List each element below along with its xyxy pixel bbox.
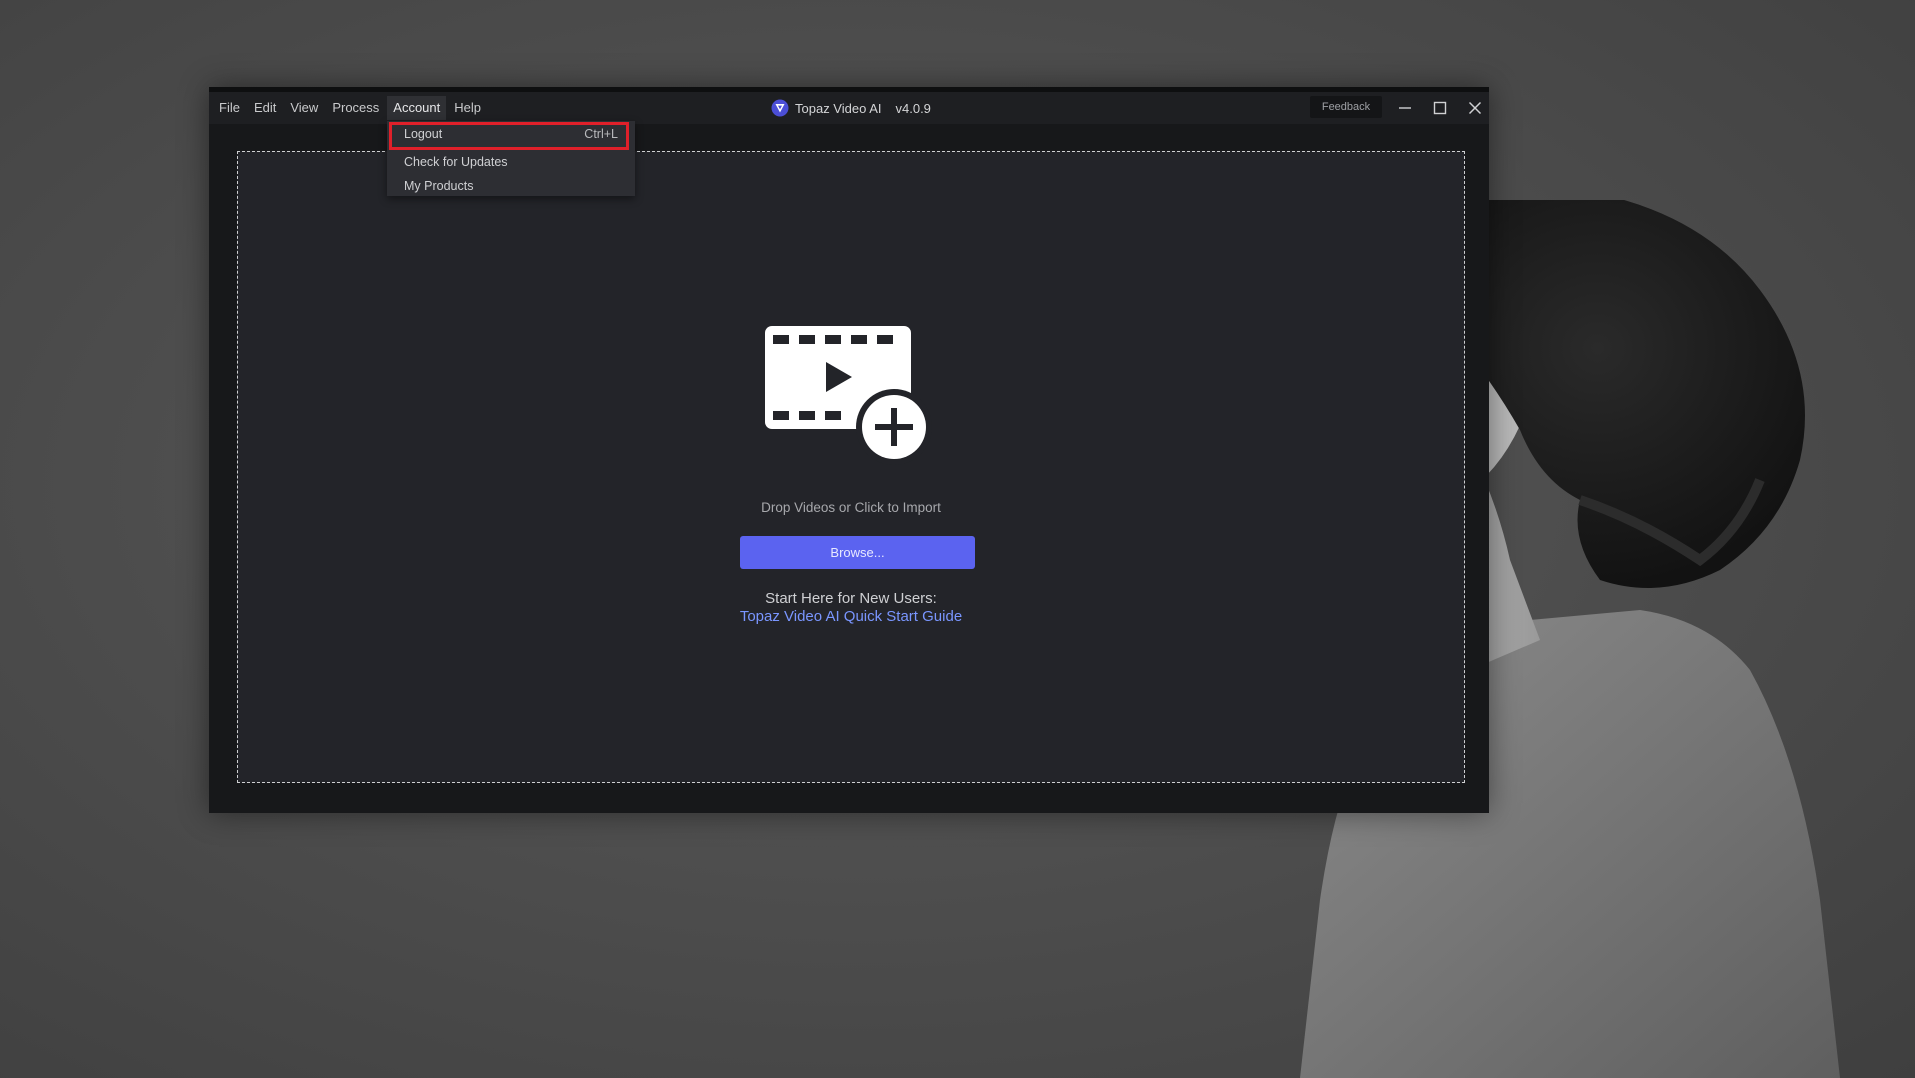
menu-file[interactable]: File xyxy=(213,96,246,120)
topaz-logo-icon xyxy=(771,99,789,117)
menubar: File Edit View Process Account Help xyxy=(213,92,489,124)
menu-view[interactable]: View xyxy=(284,96,324,120)
browse-button[interactable]: Browse... xyxy=(740,536,975,569)
minimize-icon xyxy=(1399,107,1411,109)
video-drop-zone[interactable]: Drop Videos or Click to Import Browse...… xyxy=(237,151,1465,783)
feedback-button[interactable]: Feedback xyxy=(1310,96,1382,118)
quick-start-guide-link[interactable]: Topaz Video AI Quick Start Guide xyxy=(238,608,1464,625)
video-add-icon[interactable] xyxy=(763,324,933,466)
window-title: Topaz Video AI v4.0.9 xyxy=(771,92,931,124)
menu-item-logout[interactable]: Logout Ctrl+L xyxy=(389,122,629,150)
maximize-button[interactable] xyxy=(1423,92,1457,124)
main-content: Drop Videos or Click to Import Browse...… xyxy=(209,124,1489,813)
close-button[interactable] xyxy=(1458,92,1492,124)
logout-label: Logout xyxy=(404,127,443,141)
app-name: Topaz Video AI xyxy=(795,100,882,116)
maximize-icon xyxy=(1433,101,1447,115)
menu-help[interactable]: Help xyxy=(448,96,487,120)
menu-account[interactable]: Account xyxy=(387,96,447,120)
logout-shortcut: Ctrl+L xyxy=(584,127,618,141)
menu-edit[interactable]: Edit xyxy=(248,96,282,120)
account-dropdown-menu: Logout Ctrl+L Check for Updates My Produ… xyxy=(387,121,635,196)
start-here-label: Start Here for New Users: xyxy=(765,590,937,607)
close-icon xyxy=(1468,101,1482,115)
minimize-button[interactable] xyxy=(1388,92,1422,124)
titlebar: File Edit View Process Account Help Topa… xyxy=(209,92,1489,124)
menu-item-check-for-updates[interactable]: Check for Updates xyxy=(387,150,635,174)
app-version: v4.0.9 xyxy=(895,100,931,116)
menu-item-my-products[interactable]: My Products xyxy=(387,174,635,198)
menu-process[interactable]: Process xyxy=(326,96,385,120)
drop-instruction: Drop Videos or Click to Import xyxy=(761,500,941,515)
